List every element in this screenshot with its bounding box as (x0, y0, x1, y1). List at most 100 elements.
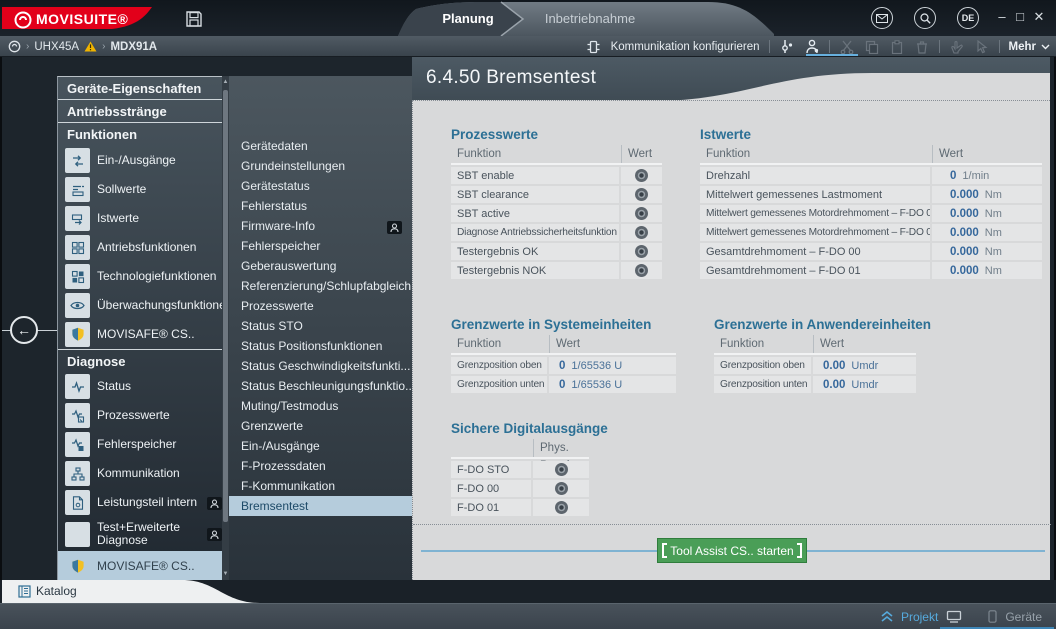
breadcrumb-node-mdx91a[interactable]: MDX91A (110, 41, 157, 53)
katalog-tab[interactable]: Katalog (36, 584, 77, 598)
sidebar-item-ueberwachungsfunktionen[interactable]: Überwachungsfunktionen (58, 291, 229, 320)
submenu-item[interactable]: Gerätedaten (229, 136, 412, 156)
submenu-item[interactable]: Prozesswerte (229, 296, 412, 316)
copy-icon[interactable] (864, 39, 880, 55)
column-header: Funktion (700, 145, 930, 163)
delete-icon[interactable] (914, 39, 930, 55)
toolbar-divider (999, 40, 1000, 53)
bracket-mark (662, 543, 667, 558)
maximize-button[interactable]: □ (1011, 8, 1029, 26)
technology-functions-icon (65, 264, 90, 289)
tool-assist-start-button[interactable]: Tool Assist CS.. starten (657, 538, 807, 563)
scroll-down-icon[interactable]: ▼ (222, 571, 229, 577)
minimize-button[interactable]: – (993, 8, 1011, 26)
sidebar-header-drivetrains[interactable]: Antriebsstränge (58, 100, 229, 123)
collapse-panel-button[interactable]: ← (10, 316, 38, 344)
status-bar: Projekt Geräte (0, 603, 1056, 629)
sidebar-item-status[interactable]: Status (58, 372, 229, 401)
submenu-item[interactable]: Status Geschwindigkeitsfunkti... (229, 356, 412, 376)
project-root-icon[interactable] (8, 40, 21, 53)
chevron-double-up-icon[interactable] (881, 611, 893, 622)
title-bar: MOVISUITE® Planung Inbetriebnahme DE (0, 0, 1056, 36)
status-led-icon (635, 226, 648, 239)
sidebar-header-diagnose[interactable]: Diagnose (58, 349, 229, 372)
sidebar-item-prozesswerte[interactable]: Prozesswerte (58, 401, 229, 430)
submenu-item[interactable]: Gerätestatus (229, 176, 412, 196)
table-row: F-DO 00 (451, 480, 589, 497)
table-row: Diagnose Antriebssicherheitsfunktion (451, 224, 662, 241)
column-header: Funktion (451, 335, 547, 353)
table-row: F-DO 01 (451, 499, 589, 516)
paste-icon[interactable] (889, 39, 905, 55)
submenu-item[interactable]: Status Beschleunigungsfunktio... (229, 376, 412, 396)
message-icon[interactable] (871, 7, 893, 29)
sidebar-scrollbar[interactable]: ▲ ▼ (222, 76, 229, 580)
sidebar-item-kommunikation[interactable]: Kommunikation (58, 459, 229, 488)
sidebar-item-istwerte[interactable]: Istwerte (58, 204, 229, 233)
sidebar-item-sollwerte[interactable]: Sollwerte (58, 175, 229, 204)
submenu-item[interactable]: Status Positionsfunktionen (229, 336, 412, 356)
submenu-item[interactable]: Fehlerstatus (229, 196, 412, 216)
toolbar-divider (939, 40, 940, 53)
configure-communication-label[interactable]: Kommunikation konfigurieren (611, 41, 760, 53)
language-badge[interactable]: DE (957, 7, 979, 29)
column-header: Phys. Pegel (533, 439, 589, 457)
submenu-item[interactable]: Status STO (229, 316, 412, 336)
submenu-item[interactable]: F-Prozessdaten (229, 456, 412, 476)
submenu-item[interactable]: Geberauswertung (229, 256, 412, 276)
sidebar-item-movisafe-diagnose[interactable]: MOVISAFE® CS.. (58, 551, 229, 581)
section-title-prozesswerte: Prozesswerte (451, 127, 538, 142)
cut-icon[interactable] (839, 39, 855, 55)
footer-tab-geraete[interactable]: Geräte (1005, 610, 1042, 624)
pan-hand-icon[interactable] (949, 39, 965, 55)
document-icon (65, 490, 90, 515)
search-icon[interactable] (914, 7, 936, 29)
select-cursor-icon[interactable] (974, 39, 990, 55)
sidebar-item-movisafe[interactable]: MOVISAFE® CS.. (58, 320, 229, 349)
configure-communication-icon[interactable] (586, 39, 602, 55)
submenu-item[interactable]: Grenzwerte (229, 416, 412, 436)
submenu-item-bremsentest[interactable]: Bremsentest (229, 496, 412, 516)
submenu-item[interactable]: Referenzierung/Schlupfabgleich (229, 276, 412, 296)
breadcrumb-node-uhx45a[interactable]: UHX45A (34, 41, 79, 53)
scroll-up-icon[interactable]: ▲ (222, 79, 229, 85)
sidebar-item-ein-ausgaenge[interactable]: Ein-/Ausgänge (58, 146, 229, 175)
column-header: Funktion (714, 335, 811, 353)
section-divider (413, 524, 1051, 525)
connection-settings-icon[interactable] (779, 39, 795, 55)
app-title: MOVISUITE® (36, 11, 128, 27)
scrollbar-thumb[interactable] (223, 90, 228, 522)
sidebar-header-functions[interactable]: Funktionen (58, 123, 229, 146)
table-row: SBT active (451, 205, 662, 222)
tab-planung[interactable]: Planung (430, 11, 506, 26)
sidebar-item-antriebsfunktionen[interactable]: Antriebsfunktionen (58, 233, 229, 262)
submenu-item[interactable]: Grundeinstellungen (229, 156, 412, 176)
submenu-item[interactable]: Muting/Testmodus (229, 396, 412, 416)
section-title-istwerte: Istwerte (700, 127, 751, 142)
sidebar-header-properties[interactable]: Geräte-Eigenschaften (58, 77, 229, 100)
footer-tab-projekt[interactable]: Projekt (901, 610, 938, 624)
tab-inbetriebnahme[interactable]: Inbetriebnahme (530, 11, 650, 26)
user-access-icon[interactable] (804, 39, 820, 55)
status-led-icon (635, 264, 648, 277)
active-tools-indicator (806, 54, 858, 56)
sidebar-item-test-erweiterte-diagnose[interactable]: Test+Erweiterte Diagnose (58, 517, 229, 551)
submenu-item[interactable]: Fehlerspeicher (229, 236, 412, 256)
sidebar-item-fehlerspeicher[interactable]: Fehlerspeicher (58, 430, 229, 459)
save-icon[interactable] (184, 9, 204, 29)
monitor-icon[interactable] (946, 610, 962, 623)
submenu-item[interactable]: F-Kommunikation (229, 476, 412, 496)
error-memory-icon (65, 432, 90, 457)
status-led-icon (635, 169, 648, 182)
sidebar-item-technologiefunktionen[interactable]: Technologiefunktionen (58, 262, 229, 291)
section-title-digitalausgaenge: Sichere Digitalausgänge (451, 421, 608, 436)
device-icon[interactable] (988, 610, 997, 623)
warning-icon (84, 41, 97, 52)
more-button[interactable]: Mehr (1009, 41, 1050, 53)
submenu-item[interactable]: Ein-/Ausgänge (229, 436, 412, 456)
sidebar-item-leistungsteil-intern[interactable]: Leistungsteil intern (58, 488, 229, 517)
submenu-item-firmware-info[interactable]: Firmware-Info (229, 216, 412, 236)
table-row: SBT clearance (451, 186, 662, 203)
close-button[interactable]: ✕ (1030, 8, 1048, 26)
movisafe-submenu: Gerätedaten Grundeinstellungen Gerätesta… (229, 76, 412, 580)
